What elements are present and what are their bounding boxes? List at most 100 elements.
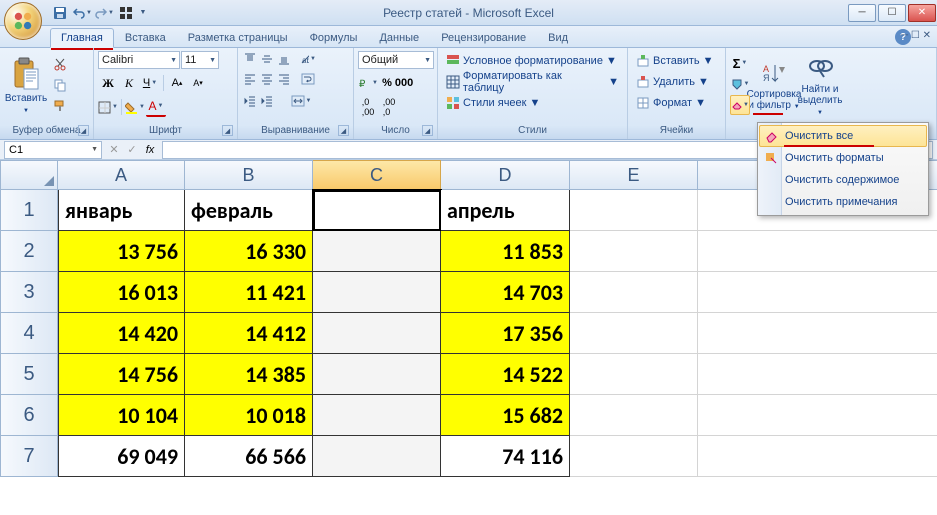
minimize-button[interactable]: ─: [848, 4, 876, 22]
select-all-corner[interactable]: [0, 160, 58, 190]
format-cells-button[interactable]: Формат ▼: [632, 93, 721, 113]
cell[interactable]: 16 330: [185, 231, 313, 272]
cell[interactable]: январь: [58, 190, 185, 231]
cell[interactable]: [313, 354, 441, 395]
col-header-e[interactable]: E: [570, 160, 698, 190]
bold-button[interactable]: Ж: [98, 73, 118, 93]
align-left-icon[interactable]: [242, 71, 258, 87]
align-center-icon[interactable]: [259, 71, 275, 87]
cell[interactable]: 11 853: [441, 231, 570, 272]
align-launcher[interactable]: ◢: [338, 125, 349, 136]
col-header-d[interactable]: D: [441, 160, 570, 190]
menu-clear-comments[interactable]: Очистить примечания: [759, 191, 927, 213]
menu-clear-formats[interactable]: Очистить форматы: [759, 147, 927, 169]
decrease-decimal-icon[interactable]: ,00,0: [379, 97, 399, 117]
align-bottom-icon[interactable]: [276, 51, 292, 67]
tab-data[interactable]: Данные: [368, 28, 430, 47]
cell[interactable]: [313, 231, 441, 272]
insert-cells-button[interactable]: Вставить ▼: [632, 51, 721, 71]
tab-layout[interactable]: Разметка страницы: [177, 28, 299, 47]
cell[interactable]: [313, 190, 441, 231]
tab-review[interactable]: Рецензирование: [430, 28, 537, 47]
col-header-b[interactable]: B: [185, 160, 313, 190]
underline-button[interactable]: Ч▼: [140, 73, 160, 93]
cell[interactable]: [570, 190, 698, 231]
maximize-button[interactable]: ☐: [878, 4, 906, 22]
clear-button[interactable]: ▼: [730, 95, 750, 115]
row-header[interactable]: 3: [0, 272, 58, 313]
cell[interactable]: [570, 272, 698, 313]
undo-icon[interactable]: ▼: [72, 3, 92, 23]
cell[interactable]: [313, 395, 441, 436]
fx-icon[interactable]: fx: [142, 142, 158, 158]
grow-font-icon[interactable]: A▴: [167, 73, 187, 93]
tab-insert[interactable]: Вставка: [114, 28, 177, 47]
cell[interactable]: 69 049: [58, 436, 185, 477]
menu-clear-all[interactable]: Очистить все: [759, 125, 927, 147]
cancel-formula-icon[interactable]: ✕: [106, 142, 122, 158]
cell[interactable]: 10 104: [58, 395, 185, 436]
qat-grid-icon[interactable]: [116, 3, 136, 23]
cell[interactable]: 15 682: [441, 395, 570, 436]
fill-color-button[interactable]: ▼: [125, 97, 145, 117]
col-header-a[interactable]: A: [58, 160, 185, 190]
paste-button[interactable]: Вставить▼: [4, 51, 48, 123]
cell[interactable]: [698, 354, 937, 395]
cell[interactable]: [698, 395, 937, 436]
cell[interactable]: 11 421: [185, 272, 313, 313]
number-format-combo[interactable]: Общий▼: [358, 51, 434, 69]
italic-button[interactable]: К: [119, 73, 139, 93]
office-button[interactable]: [4, 2, 42, 40]
format-as-table-button[interactable]: Форматировать как таблицу ▼: [442, 72, 623, 92]
row-header[interactable]: 2: [0, 231, 58, 272]
tab-view[interactable]: Вид: [537, 28, 579, 47]
cell[interactable]: 10 018: [185, 395, 313, 436]
cell[interactable]: 14 522: [441, 354, 570, 395]
cell[interactable]: 66 566: [185, 436, 313, 477]
cell[interactable]: 74 116: [441, 436, 570, 477]
col-header-c[interactable]: C: [313, 160, 441, 190]
align-middle-icon[interactable]: [259, 51, 275, 67]
cell[interactable]: [698, 436, 937, 477]
borders-button[interactable]: ▼: [98, 97, 118, 117]
cell[interactable]: [570, 354, 698, 395]
enter-formula-icon[interactable]: ✓: [124, 142, 140, 158]
accounting-format-icon[interactable]: ₽▼: [358, 73, 378, 93]
save-icon[interactable]: [50, 3, 70, 23]
comma-style-icon[interactable]: 000: [396, 75, 412, 91]
cell[interactable]: 14 385: [185, 354, 313, 395]
copy-icon[interactable]: [50, 75, 70, 95]
number-launcher[interactable]: ◢: [422, 125, 433, 136]
decrease-indent-icon[interactable]: [242, 93, 258, 109]
find-select-button[interactable]: Найти и выделить ▼: [798, 51, 842, 123]
row-header[interactable]: 6: [0, 395, 58, 436]
cell[interactable]: [313, 436, 441, 477]
redo-icon[interactable]: ▼: [94, 3, 114, 23]
qat-customize[interactable]: ▼: [138, 3, 148, 23]
wrap-text-icon[interactable]: [300, 71, 316, 87]
cell[interactable]: 14 756: [58, 354, 185, 395]
increase-decimal-icon[interactable]: ,0,00: [358, 97, 378, 117]
fill-button[interactable]: ▼: [730, 74, 750, 94]
shrink-font-icon[interactable]: A▾: [188, 73, 208, 93]
format-painter-icon[interactable]: [50, 96, 70, 116]
percent-icon[interactable]: %: [379, 75, 395, 91]
delete-cells-button[interactable]: Удалить ▼: [632, 72, 721, 92]
font-launcher[interactable]: ◢: [222, 125, 233, 136]
row-header[interactable]: 1: [0, 190, 58, 231]
font-size-combo[interactable]: 11▼: [181, 51, 219, 69]
cell-styles-button[interactable]: Стили ячеек ▼: [442, 93, 623, 113]
name-box[interactable]: C1▼: [4, 141, 102, 159]
cell[interactable]: апрель: [441, 190, 570, 231]
cut-icon[interactable]: [50, 54, 70, 74]
tab-formulas[interactable]: Формулы: [299, 28, 369, 47]
cell[interactable]: [570, 313, 698, 354]
row-header[interactable]: 5: [0, 354, 58, 395]
align-top-icon[interactable]: [242, 51, 258, 67]
cell[interactable]: 14 420: [58, 313, 185, 354]
cell[interactable]: 17 356: [441, 313, 570, 354]
cell[interactable]: [313, 272, 441, 313]
cell[interactable]: [698, 313, 937, 354]
cell[interactable]: 13 756: [58, 231, 185, 272]
cell[interactable]: [570, 436, 698, 477]
